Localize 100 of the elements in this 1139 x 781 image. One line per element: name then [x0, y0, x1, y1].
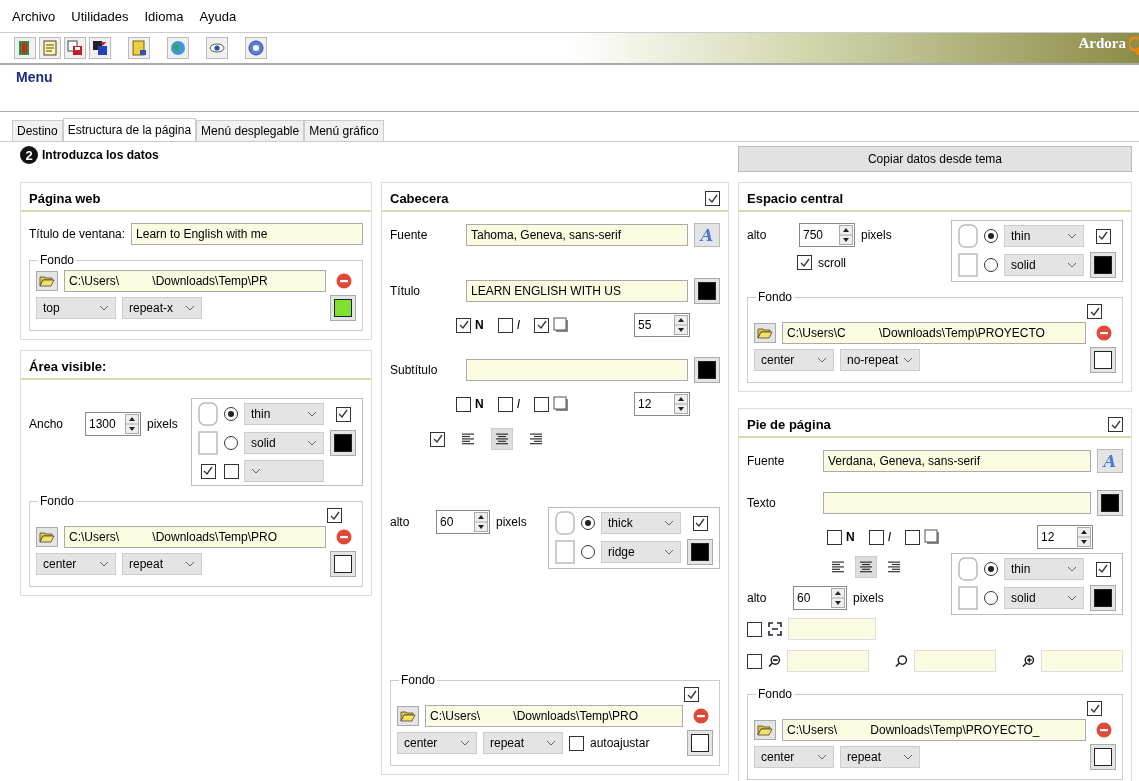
checkbox[interactable]: [684, 687, 699, 702]
radio-button[interactable]: [984, 591, 998, 605]
number-field[interactable]: 60: [436, 510, 490, 534]
checkbox[interactable]: [534, 396, 549, 412]
radio-button[interactable]: [224, 407, 238, 421]
dropdown[interactable]: thin: [1004, 225, 1084, 247]
tab[interactable]: Menú gráfico: [304, 120, 384, 141]
dropdown[interactable]: center: [397, 732, 477, 754]
number-field[interactable]: 60: [793, 586, 847, 610]
number-field[interactable]: 55: [634, 313, 690, 337]
remove-icon[interactable]: [693, 708, 709, 724]
radio-button[interactable]: [984, 562, 998, 576]
save-icon[interactable]: [64, 37, 86, 59]
number-field[interactable]: 12: [634, 392, 690, 416]
path-field[interactable]: C:\Users\C \Downloads\Temp\PROYECTO: [782, 322, 1086, 344]
number-field[interactable]: 1300: [85, 412, 141, 436]
radio-button[interactable]: [984, 258, 998, 272]
font-field[interactable]: Tahoma, Geneva, sans-serif: [466, 224, 688, 246]
archive-icon[interactable]: [128, 37, 150, 59]
checkbox[interactable]: [1087, 304, 1102, 319]
dropdown[interactable]: repeat: [122, 553, 202, 575]
globe-icon[interactable]: [167, 37, 189, 59]
remove-icon[interactable]: [1096, 325, 1112, 341]
subtitle-field[interactable]: [466, 359, 688, 381]
folder-icon[interactable]: [36, 271, 58, 291]
text-field[interactable]: [823, 492, 1091, 514]
checkbox[interactable]: [430, 431, 445, 447]
copy-button[interactable]: Copiar datos desde tema: [738, 146, 1132, 172]
input-field[interactable]: [786, 650, 869, 672]
checkbox[interactable]: [200, 463, 216, 479]
title-field[interactable]: LEARN ENGLISH WITH US: [466, 280, 688, 302]
dropdown[interactable]: center: [754, 349, 834, 371]
checkbox[interactable]: [797, 255, 812, 270]
align-center-icon[interactable]: [855, 556, 877, 578]
menu-item[interactable]: Utilidades: [63, 9, 137, 28]
input-field[interactable]: [788, 618, 876, 640]
dropdown[interactable]: top: [36, 297, 116, 319]
folder-icon[interactable]: [36, 527, 58, 547]
window-title-field[interactable]: Learn to English with me: [131, 223, 363, 245]
font-field[interactable]: Verdana, Geneva, sans-serif: [823, 450, 1091, 472]
remove-icon[interactable]: [1096, 722, 1112, 738]
dropdown[interactable]: solid: [1004, 254, 1084, 276]
menu-item[interactable]: Archivo: [4, 9, 64, 28]
align-center-icon[interactable]: [491, 428, 513, 450]
remove-icon[interactable]: [336, 273, 352, 289]
checkbox[interactable]: [1095, 228, 1111, 244]
checkbox[interactable]: [827, 529, 842, 545]
checkbox[interactable]: [497, 317, 513, 333]
dropdown[interactable]: repeat-x: [122, 297, 202, 319]
radio-button[interactable]: [224, 436, 238, 450]
tab[interactable]: Menú desplegable: [196, 120, 305, 141]
dropdown[interactable]: solid: [244, 432, 324, 454]
dropdown[interactable]: no-repeat: [840, 349, 920, 371]
dropdown[interactable]: repeat: [483, 732, 563, 754]
help-icon[interactable]: [245, 37, 267, 59]
checkbox[interactable]: [1095, 561, 1111, 577]
dropdown[interactable]: solid: [1004, 587, 1084, 609]
radio-button[interactable]: [984, 229, 998, 243]
path-field[interactable]: C:\Users\ \Downloads\Temp\PR: [64, 270, 326, 292]
folder-icon[interactable]: [754, 323, 776, 343]
dropdown[interactable]: center: [754, 746, 834, 768]
tab[interactable]: Estructura de la página: [62, 118, 197, 141]
checkbox[interactable]: [327, 508, 342, 523]
input-field[interactable]: [1041, 650, 1123, 672]
tab[interactable]: Destino: [12, 120, 63, 141]
folder-icon[interactable]: [397, 706, 419, 726]
checkbox[interactable]: [1108, 417, 1123, 432]
path-field[interactable]: C:\Users\ \Downloads\Temp\PRO: [64, 526, 326, 548]
checkbox[interactable]: [905, 529, 920, 545]
radio-button[interactable]: [581, 545, 595, 559]
checkbox[interactable]: [705, 191, 720, 206]
checkbox[interactable]: [534, 317, 549, 333]
eye-icon[interactable]: [206, 37, 228, 59]
checkbox[interactable]: [692, 515, 708, 531]
number-field[interactable]: 750: [799, 223, 855, 247]
checkbox[interactable]: [1087, 701, 1102, 716]
exit-icon[interactable]: [14, 37, 36, 59]
dropdown[interactable]: thin: [1004, 558, 1084, 580]
remove-icon[interactable]: [336, 529, 352, 545]
path-field[interactable]: C:\Users\ Downloads\Temp\PROYECTO_: [782, 719, 1086, 741]
checkbox[interactable]: [569, 735, 584, 751]
input-field[interactable]: [914, 650, 996, 672]
checkbox[interactable]: [868, 529, 884, 545]
number-field[interactable]: 12: [1037, 525, 1093, 549]
checkbox[interactable]: [335, 406, 351, 422]
checkbox[interactable]: [497, 396, 513, 412]
save-as-icon[interactable]: [89, 37, 111, 59]
menu-item[interactable]: Idioma: [136, 9, 192, 28]
dropdown[interactable]: repeat: [840, 746, 920, 768]
radio-button[interactable]: [581, 516, 595, 530]
menu-item[interactable]: Ayuda: [191, 9, 245, 28]
dropdown[interactable]: center: [36, 553, 116, 575]
checkbox[interactable]: [747, 621, 762, 637]
dropdown[interactable]: ridge: [601, 541, 681, 563]
checkbox[interactable]: [223, 463, 239, 479]
checkbox[interactable]: [747, 653, 762, 669]
folder-icon[interactable]: [754, 720, 776, 740]
dropdown[interactable]: thin: [244, 403, 324, 425]
checkbox[interactable]: [456, 396, 471, 412]
path-field[interactable]: C:\Users\ \Downloads\Temp\PRO: [425, 705, 683, 727]
